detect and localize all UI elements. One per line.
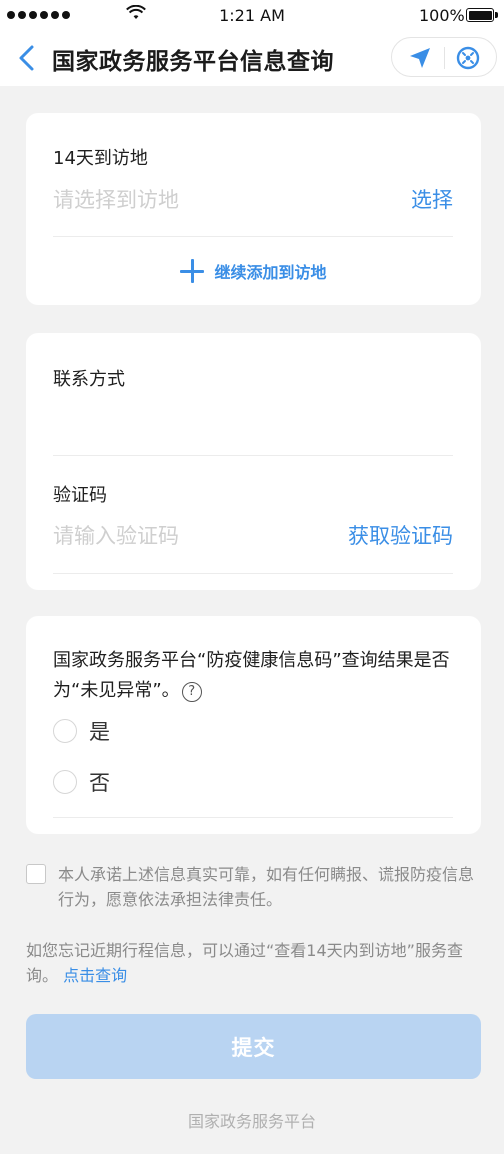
- get-code-button[interactable]: 获取验证码: [348, 520, 453, 550]
- capsule-divider: [444, 47, 445, 69]
- submit-label: 提交: [231, 1035, 276, 1060]
- location-arrow-icon[interactable]: [409, 47, 431, 69]
- page-title: 国家政务服务平台信息查询: [52, 49, 334, 75]
- mini-program-capsule: [391, 37, 497, 77]
- add-visit-label: 继续添加到访地: [214, 263, 327, 282]
- option-yes[interactable]: 是: [53, 716, 110, 746]
- radio-button[interactable]: [53, 770, 77, 794]
- footer-text: 国家政务服务平台: [187, 1112, 316, 1131]
- health-code-question: 国家政务服务平台“防疫健康信息码”查询结果是否为“未见异常”。?: [53, 646, 458, 706]
- question-card: 国家政务服务平台“防疫健康信息码”查询结果是否为“未见异常”。? 是 否: [26, 616, 481, 834]
- status-bar: 1:21 AM 100%: [0, 0, 504, 30]
- plus-icon: [180, 259, 205, 283]
- select-button[interactable]: 选择: [411, 184, 453, 214]
- itinerary-hint: 如您忘记近期行程信息，可以通过“查看14天内到访地”服务查询。 点击查询: [26, 938, 486, 988]
- close-circle-icon[interactable]: [456, 46, 480, 70]
- code-input[interactable]: 请输入验证码: [53, 520, 179, 550]
- visit-select-field[interactable]: 请选择到访地: [53, 184, 179, 214]
- add-visit-button[interactable]: 继续添加到访地: [26, 259, 481, 283]
- contact-card: 联系方式 验证码 请输入验证码 获取验证码: [26, 333, 481, 590]
- nav-bar: 国家政务服务平台信息查询: [0, 30, 504, 86]
- back-icon[interactable]: [14, 44, 40, 72]
- divider: [53, 455, 453, 456]
- visit-label: 14天到访地: [53, 148, 148, 169]
- contact-label: 联系方式: [53, 369, 125, 390]
- submit-button[interactable]: 提交: [26, 1014, 481, 1079]
- question-text: 国家政务服务平台“防疫健康信息码”查询结果是否为“未见异常”。: [53, 650, 450, 701]
- option-no[interactable]: 否: [53, 767, 110, 797]
- option-label: 否: [89, 771, 110, 795]
- code-label: 验证码: [53, 485, 107, 506]
- pledge-text: 本人承诺上述信息真实可靠，如有任何瞒报、谎报防疫信息行为，愿意依法承担法律责任。: [58, 865, 475, 909]
- query-link[interactable]: 点击查询: [63, 966, 127, 985]
- battery-icon: [466, 8, 498, 22]
- visit-card: 14天到访地 请选择到访地 选择 继续添加到访地: [26, 113, 481, 305]
- radio-button[interactable]: [53, 719, 77, 743]
- contact-input[interactable]: [53, 398, 453, 428]
- option-label: 是: [89, 720, 110, 744]
- divider: [53, 573, 453, 574]
- divider: [53, 236, 453, 237]
- help-icon[interactable]: ?: [181, 682, 202, 702]
- divider: [53, 817, 453, 818]
- pledge-checkbox[interactable]: [26, 864, 46, 884]
- battery-percentage: 100%: [419, 6, 465, 25]
